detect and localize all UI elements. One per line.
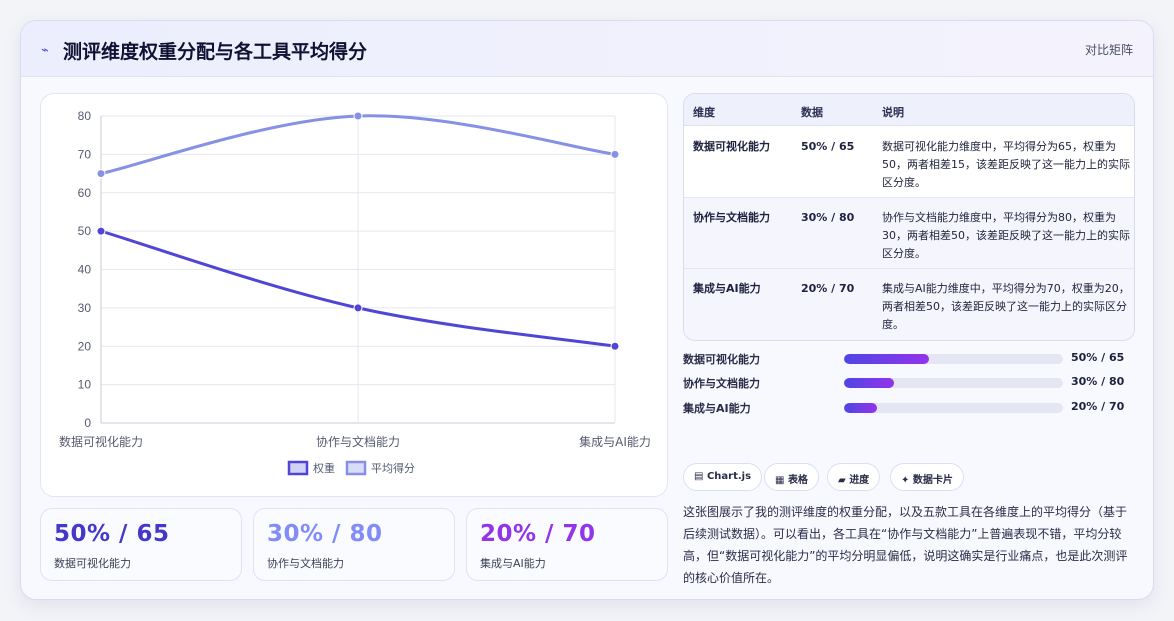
card-header: ⌁ 测评维度权重分配与各工具平均得分 对比矩阵 (21, 21, 1153, 77)
data-point (96, 169, 106, 179)
stat-value: 30% / 80 (267, 521, 383, 547)
progress-label: 集成与AI能力 (683, 402, 751, 415)
pill-progress[interactable]: ▰ 进度 (827, 463, 881, 491)
legend-label: 平均得分 (371, 462, 415, 475)
y-tick-label: 80 (78, 109, 92, 123)
dimension-table: 维度 数据 说明 数据可视化能力 50% / 65 数据可视化能力维度中，平均得… (683, 93, 1135, 341)
data-point (96, 226, 106, 236)
page-title: 测评维度权重分配与各工具平均得分 (63, 41, 368, 63)
summary-text: 这张图展示了我的测评维度的权重分配，以及五款工具在各维度上的平均得分（基于后续测… (683, 505, 1128, 585)
chart-icon: ▤ (694, 471, 704, 482)
table-row: 集成与AI能力 20% / 70 集成与AI能力维度中，平均得分为70，权重为2… (684, 269, 1134, 340)
cell-dimension: 集成与AI能力 (693, 282, 761, 295)
stat-card-visualization: 50% / 65 数据可视化能力 (40, 508, 242, 581)
table-row: 协作与文档能力 30% / 80 协作与文档能力维度中，平均得分为80，权重为3… (684, 198, 1134, 269)
data-point (353, 111, 363, 121)
table-header: 维度 数据 说明 (684, 94, 1134, 126)
cell-dimension: 协作与文档能力 (693, 211, 770, 224)
chart-panel: 0 10 20 30 40 50 60 70 80 数据可视化能力 协作与文档能力 集成与AI能力权重… (40, 93, 668, 497)
cell-data: 20% / 70 (801, 282, 855, 295)
cell-data: 50% / 65 (801, 140, 855, 153)
y-tick-label: 60 (78, 186, 92, 200)
progress-label: 协作与文档能力 (683, 377, 760, 390)
y-tick-label: 20 (78, 339, 92, 353)
trend-icon: ⌁ (41, 43, 49, 58)
data-point (353, 303, 363, 313)
progress-value: 30% / 80 (1071, 375, 1125, 388)
pill-label: Chart.js (706, 471, 752, 482)
y-tick-label: 40 (78, 263, 92, 277)
stat-label: 集成与AI能力 (480, 557, 546, 570)
stat-card-collaboration: 30% / 80 协作与文档能力 (253, 508, 455, 581)
line-chart: 0 10 20 30 40 50 60 70 80 数据可视化能力 协作与文档能力 集成与AI能力权重… (59, 109, 651, 476)
progress-row-collaboration: 协作与文档能力 30% / 80 (683, 374, 1135, 392)
y-tick-label: 30 (78, 301, 92, 315)
legend-swatch (345, 460, 367, 476)
progress-fill (844, 378, 895, 388)
pill-label: 表格 (787, 475, 808, 486)
cell-description: 集成与AI能力维度中，平均得分为70，权重为20，两者相差50，该差距反映了这一… (882, 282, 1130, 331)
x-tick-label: 集成与AI能力 (579, 434, 651, 449)
sparkle-icon: ✦ (901, 475, 910, 486)
legend-label: 权重 (313, 461, 335, 475)
x-tick-label: 数据可视化能力 (59, 434, 143, 449)
legend-swatch (287, 460, 309, 476)
stat-value: 50% / 65 (54, 521, 170, 547)
progress-icon: ▰ (838, 475, 846, 486)
stat-card-integration: 20% / 70 集成与AI能力 (466, 508, 668, 581)
column-header-description: 说明 (882, 106, 904, 119)
progress-row-visualization: 数据可视化能力 50% / 65 (683, 350, 1135, 368)
cell-description: 数据可视化能力维度中，平均得分为65，权重为50，两者相差15，该差距反映了这一… (882, 140, 1130, 189)
cell-data: 30% / 80 (801, 211, 855, 224)
cell-dimension: 数据可视化能力 (693, 140, 770, 153)
column-header-data: 数据 (801, 106, 823, 119)
progress-track (844, 354, 1063, 364)
progress-value: 20% / 70 (1071, 400, 1125, 413)
y-tick-label: 70 (78, 147, 92, 161)
progress-row-integration: 集成与AI能力 20% / 70 (683, 399, 1135, 417)
stat-value: 20% / 70 (480, 521, 596, 547)
stat-label: 数据可视化能力 (54, 557, 131, 570)
report-card: ⌁ 测评维度权重分配与各工具平均得分 对比矩阵 0 10 20 30 40 50 60 70 8… (20, 20, 1154, 600)
pill-label: 数据卡片 (912, 475, 953, 486)
y-tick-label: 10 (78, 378, 92, 392)
pill-data-card[interactable]: ✦ 数据卡片 (890, 463, 964, 491)
progress-fill (844, 354, 930, 364)
progress-label: 数据可视化能力 (683, 353, 760, 366)
pill-table[interactable]: ▦ 表格 (764, 463, 819, 491)
progress-track (844, 403, 1063, 413)
pill-chartjs[interactable]: ▤ Chart.js (683, 463, 763, 491)
progress-track (844, 378, 1063, 388)
column-header-dimension: 维度 (693, 106, 715, 119)
y-tick-label: 50 (78, 224, 92, 238)
table-row: 数据可视化能力 50% / 65 数据可视化能力维度中，平均得分为65，权重为5… (684, 127, 1134, 198)
stat-label: 协作与文档能力 (267, 557, 344, 570)
data-point (610, 341, 620, 351)
progress-fill (844, 403, 877, 413)
table-icon: ▦ (775, 475, 785, 486)
progress-value: 50% / 65 (1071, 351, 1125, 364)
header-tag: 对比矩阵 (1084, 43, 1133, 57)
x-tick-label: 协作与文档能力 (316, 434, 400, 449)
data-point (610, 149, 620, 159)
pill-label: 进度 (849, 475, 870, 486)
cell-description: 协作与文档能力维度中，平均得分为80，权重为30，两者相差50，该差距反映了这一… (882, 211, 1130, 260)
y-tick-label: 0 (84, 416, 91, 430)
